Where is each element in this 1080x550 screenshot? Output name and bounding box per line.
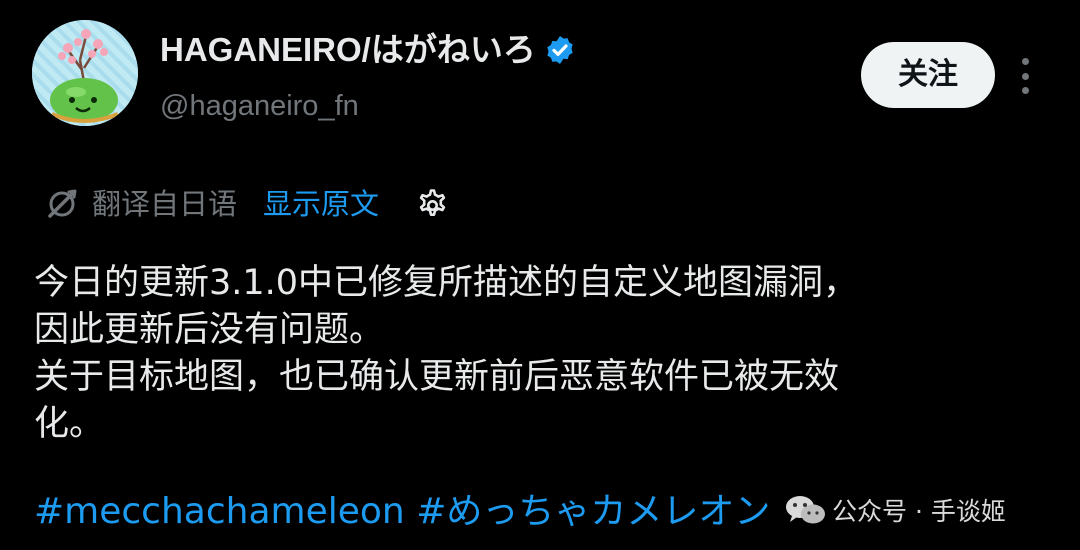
translated-from-label: 翻译自日语 — [92, 187, 238, 221]
author-display-name-row[interactable]: HAGANEIRO/はがねいろ — [160, 30, 576, 70]
translate-icon — [48, 189, 77, 218]
more-dot — [1021, 58, 1029, 65]
hashtag-link[interactable]: #mecchachameleon — [34, 491, 405, 532]
tweet-text-line: 因此更新后没有问题。 — [34, 310, 385, 350]
tweet-text-line: 今日的更新3.1.0中已修复所描述的自定义地图漏洞， — [34, 263, 859, 303]
author-handle[interactable]: @haganeiro_fn — [160, 88, 359, 124]
translation-row: 翻译自日语 显示原文 — [44, 182, 451, 226]
follow-button[interactable]: 关注 — [861, 42, 995, 108]
more-dot — [1021, 87, 1029, 94]
tweet-text-line: 关于目标地图，也已确认更新前后恶意软件已被无效 — [34, 357, 840, 397]
more-dot — [1021, 72, 1029, 80]
verified-badge-icon — [547, 36, 573, 64]
author-display-name[interactable]: HAGANEIRO/はがねいろ — [160, 30, 536, 70]
more-vertical-icon[interactable] — [1014, 58, 1036, 94]
tweet-text-line: 化。 — [34, 404, 105, 444]
watermark: 公众号 · 手谈姬 — [778, 490, 1012, 530]
wechat-icon — [786, 496, 825, 524]
hashtag-row: #mecchachameleon #めっちゃカメレオン — [34, 488, 770, 536]
show-original-link[interactable]: 显示原文 — [263, 182, 379, 226]
avatar[interactable] — [32, 20, 138, 126]
tweet-text: 今日的更新3.1.0中已修复所描述的自定义地图漏洞， 因此更新后没有问题。 关于… — [34, 260, 1054, 448]
hashtag-link[interactable]: #めっちゃカメレオン — [416, 491, 770, 532]
watermark-text: 公众号 · 手谈姬 — [832, 497, 1006, 526]
avatar-slime-sakura-icon — [32, 20, 138, 126]
gear-icon[interactable] — [411, 184, 451, 224]
